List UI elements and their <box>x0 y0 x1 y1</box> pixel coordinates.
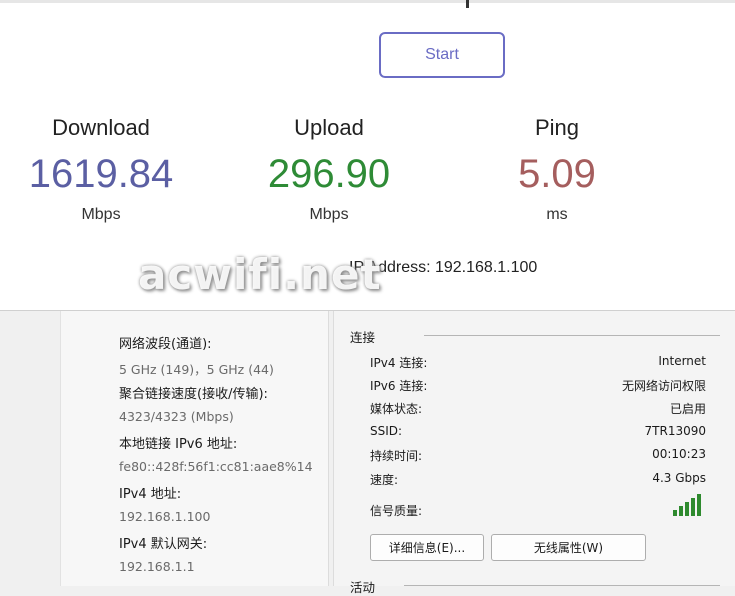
start-button[interactable]: Start <box>379 32 505 78</box>
download-value: 1619.84 <box>28 152 174 196</box>
status-value: 00:10:23 <box>652 447 706 461</box>
download-label: Download <box>52 115 150 140</box>
property-value: 192.168.1.1 <box>119 559 195 574</box>
signal-bar <box>691 498 695 516</box>
ping-value: 5.09 <box>518 152 596 196</box>
status-key: 速度: <box>370 473 399 487</box>
property-key: 网络波段(通道): <box>119 337 212 352</box>
cut-off-glyph <box>466 0 469 8</box>
property-key: IPv4 默认网关: <box>119 537 208 552</box>
status-value: Internet <box>658 354 706 368</box>
upload-metric: Upload 296.90 Mbps <box>219 113 439 227</box>
download-unit: Mbps <box>81 206 121 223</box>
property-key: 聚合链接速度(接收/传输): <box>119 387 268 402</box>
ping-label: Ping <box>534 115 580 140</box>
status-value: 7TR13090 <box>644 424 706 438</box>
signal-bar <box>685 502 689 516</box>
status-key: SSID: <box>370 424 403 438</box>
download-metric: Download 1619.84 Mbps <box>0 113 211 227</box>
status-key: 持续时间: <box>370 449 423 463</box>
property-value: fe80::428f:56f1:cc81:aae8%14 <box>119 459 313 474</box>
details-button[interactable]: 详细信息(E)... <box>370 534 484 561</box>
ping-unit: ms <box>546 206 568 223</box>
signal-bar <box>697 494 701 516</box>
signal-bars-icon <box>673 494 707 516</box>
ping-metric: Ping 5.09 ms <box>447 113 667 227</box>
connection-group-title: 连接 <box>350 330 376 345</box>
group-divider <box>424 335 720 336</box>
upload-label: Upload <box>294 115 364 140</box>
status-key: IPv4 连接: <box>370 356 428 370</box>
top-border <box>0 0 735 3</box>
property-key: 本地链接 IPv6 地址: <box>119 437 238 452</box>
signal-quality-label: 信号质量: <box>370 504 423 518</box>
upload-value: 296.90 <box>267 152 391 196</box>
wireless-properties-button[interactable]: 无线属性(W) <box>491 534 646 561</box>
status-key: IPv6 连接: <box>370 379 428 393</box>
property-value: 192.168.1.100 <box>119 509 211 524</box>
wifi-status-panel: 连接 IPv4 连接: Internet IPv6 连接: 无网络访问权限 媒体… <box>333 311 735 595</box>
signal-bar <box>679 506 683 516</box>
upload-unit: Mbps <box>309 206 349 223</box>
status-value: 4.3 Gbps <box>652 471 706 485</box>
property-value: 4323/4323 (Mbps) <box>119 409 234 424</box>
property-value: 5 GHz (149)，5 GHz (44) <box>119 362 274 377</box>
watermark: acwifi.net <box>138 250 382 299</box>
activity-group-title: 活动 <box>350 580 376 595</box>
network-properties-panel: 网络波段(通道): 5 GHz (149)，5 GHz (44) 聚合链接速度(… <box>60 311 329 586</box>
status-key: 媒体状态: <box>370 402 423 416</box>
status-value: 无网络访问权限 <box>621 379 706 393</box>
status-value: 已启用 <box>669 402 706 416</box>
property-key: IPv4 地址: <box>119 487 182 502</box>
signal-bar <box>673 510 677 516</box>
